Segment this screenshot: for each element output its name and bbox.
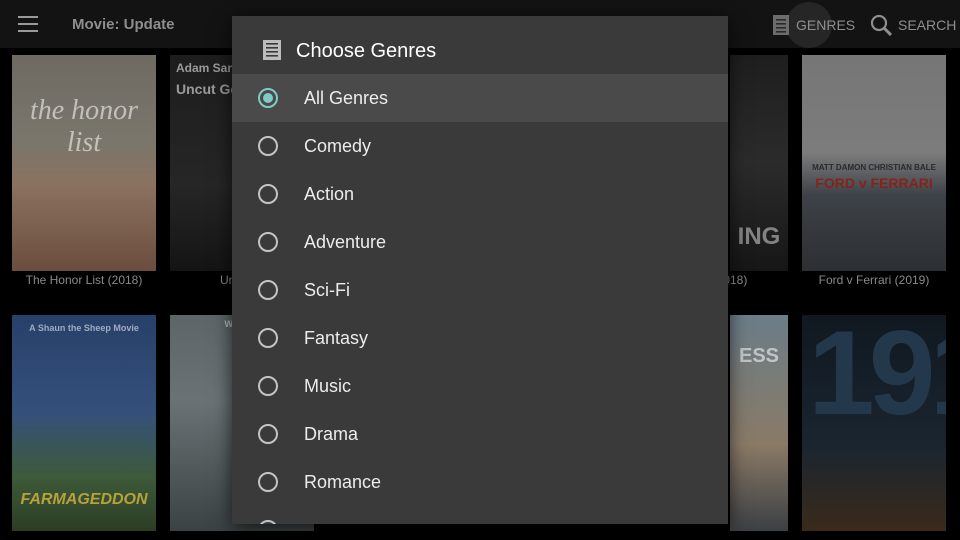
genre-option-label: Romance [304, 472, 382, 492]
poster-art-subtitle: A Shaun the Sheep Movie [29, 323, 139, 333]
radio-checked-icon[interactable] [258, 88, 278, 108]
radio-unchecked-icon[interactable] [258, 424, 278, 444]
page-title: Movie: Update [72, 16, 175, 33]
search-button-label: SEARCH [898, 17, 957, 33]
genre-option-label: Fantasy [304, 328, 369, 348]
radio-unchecked-icon[interactable] [258, 472, 278, 492]
genre-option-label: Action [304, 184, 355, 204]
genre-option-label: Sci-Fi [304, 280, 350, 300]
genres-button[interactable]: GENRES [772, 2, 856, 48]
genre-option-label: Adventure [304, 232, 387, 252]
genre-option-label: Music [304, 376, 352, 396]
radio-unchecked-icon[interactable] [258, 328, 278, 348]
genres-button-label: GENRES [796, 17, 856, 33]
poster-art-title: FORD v FERRARI [815, 175, 933, 191]
poster-art-subtitle: MATT DAMON CHRISTIAN BALE [812, 163, 936, 172]
genre-option[interactable]: Comedy [232, 122, 728, 170]
radio-unchecked-icon[interactable] [258, 136, 278, 156]
dialog-header: Choose Genres [232, 16, 728, 74]
genre-option[interactable]: Sci-Fi [232, 266, 728, 314]
search-button[interactable]: SEARCH [870, 12, 956, 38]
dialog-title: Choose Genres [296, 40, 437, 62]
poster-art-title: ESS [738, 345, 780, 367]
movie-caption: Ford v Ferrari (2019) [818, 273, 930, 287]
genre-option[interactable]: Fantasy [232, 314, 728, 362]
movie-poster[interactable]: MATT DAMON CHRISTIAN BALE FORD v FERRARI [802, 55, 946, 271]
poster-art-title: FARMAGEDDON [20, 491, 148, 508]
movie-poster[interactable]: 1917 [802, 315, 946, 531]
genre-option-label: All Genres [304, 88, 389, 108]
genre-option-partial[interactable] [232, 506, 728, 524]
list-document-icon [263, 40, 281, 60]
genre-option-label: Comedy [304, 136, 372, 156]
search-icon [870, 14, 892, 36]
movie-poster[interactable]: A Shaun the Sheep Movie FARMAGEDDON [12, 315, 156, 531]
radio-unchecked-icon[interactable] [258, 376, 278, 396]
genre-option[interactable]: All Genres [232, 74, 728, 122]
movie-poster[interactable]: the honor list [12, 55, 156, 271]
movie-caption: The Honor List (2018) [25, 273, 143, 287]
genre-option[interactable]: Romance [232, 458, 728, 506]
poster-art-title: ING [737, 223, 781, 250]
radio-unchecked-icon[interactable] [258, 280, 278, 300]
poster-art-title: the honor list [29, 95, 139, 158]
choose-genres-dialog: Choose Genres All Genres Comedy Action Adve… [232, 16, 728, 524]
radio-unchecked-icon[interactable] [258, 184, 278, 204]
genre-option-label: Drama [304, 424, 359, 444]
genre-option[interactable]: Action [232, 170, 728, 218]
genre-option[interactable]: Adventure [232, 218, 728, 266]
movie-poster[interactable]: ING [730, 55, 788, 271]
poster-art-title: 1917 [808, 315, 946, 440]
list-document-icon [773, 15, 789, 35]
genre-option[interactable]: Music [232, 362, 728, 410]
radio-unchecked-icon[interactable] [258, 232, 278, 252]
radio-unchecked-icon[interactable] [258, 520, 278, 524]
hamburger-menu-icon[interactable] [18, 16, 38, 32]
genre-option[interactable]: Drama [232, 410, 728, 458]
movie-poster[interactable]: ESS [730, 315, 788, 531]
